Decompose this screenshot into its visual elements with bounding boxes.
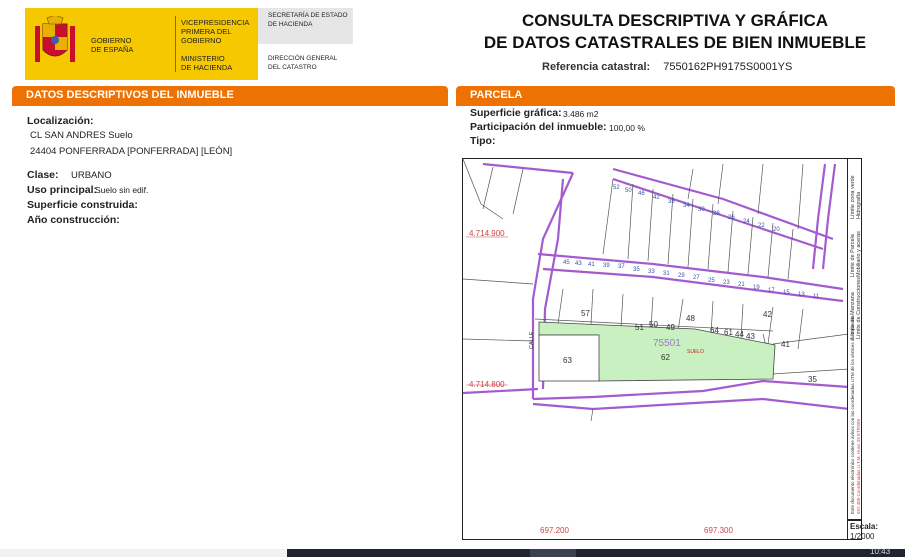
svg-text:43: 43 xyxy=(575,261,582,267)
legend-item: Mobiliario y aceras xyxy=(856,231,862,277)
svg-text:33: 33 xyxy=(648,269,655,275)
participacion-label: Participación del inmueble: xyxy=(470,121,607,133)
svg-text:35: 35 xyxy=(633,267,640,273)
parcela-rule xyxy=(456,104,895,106)
parcela-header: PARCELA xyxy=(456,86,895,104)
svg-text:24: 24 xyxy=(743,219,750,225)
svg-text:15: 15 xyxy=(783,290,790,296)
svg-text:46: 46 xyxy=(638,191,645,197)
legend-item: Hidrografía xyxy=(856,191,862,219)
svg-text:31: 31 xyxy=(663,271,670,277)
map-drawing: 57 51 50 49 48 64 61 44 43 42 41 63 62 3… xyxy=(463,159,847,422)
lot-label: 44 xyxy=(735,330,744,339)
svg-text:39: 39 xyxy=(603,263,610,269)
svg-text:26: 26 xyxy=(728,215,735,221)
svg-text:25: 25 xyxy=(708,278,715,284)
svg-text:23: 23 xyxy=(723,280,730,286)
government-banner: GOBIERNO DE ESPAÑA VICEPRESIDENCIA PRIMERA… xyxy=(25,8,258,80)
cadastral-map[interactable]: 57 51 50 49 48 64 61 44 43 42 41 63 62 3… xyxy=(462,158,848,540)
svg-text:27: 27 xyxy=(693,275,700,281)
lot-label: 49 xyxy=(666,323,675,332)
taskbar-button[interactable] xyxy=(530,549,576,557)
coat-of-arms-icon xyxy=(35,16,75,62)
uso-value: Suelo sin edif. xyxy=(95,185,149,195)
referencia-label: Referencia catastral: xyxy=(542,61,651,73)
svg-text:41: 41 xyxy=(588,262,595,268)
lot-label: 63 xyxy=(563,356,572,365)
lot-label: 48 xyxy=(686,314,695,323)
svg-text:50: 50 xyxy=(625,188,632,194)
svg-text:20: 20 xyxy=(773,227,780,233)
legend-note: Este documento electrónico contiene avis… xyxy=(850,315,855,514)
scale-value: 1/2000 xyxy=(850,532,875,541)
street-label: CALLE xyxy=(529,331,535,349)
vicepresidencia-text: VICEPRESIDENCIA PRIMERA DEL GOBIERNO xyxy=(181,18,250,45)
lot-label: 64 xyxy=(710,326,719,335)
lot-label: 50 xyxy=(649,320,658,329)
ministerio-text: MINISTERIO DE HACIENDA xyxy=(181,54,233,72)
lot-label: 61 xyxy=(724,328,733,337)
svg-text:34: 34 xyxy=(683,203,690,209)
svg-text:38: 38 xyxy=(668,199,675,205)
svg-text:19: 19 xyxy=(753,285,760,291)
svg-text:17: 17 xyxy=(768,288,775,294)
tipo-label: Tipo: xyxy=(470,135,496,147)
svg-text:45: 45 xyxy=(563,260,570,266)
svg-text:37: 37 xyxy=(618,264,625,270)
svg-text:52: 52 xyxy=(613,185,620,191)
localizacion-label: Localización: xyxy=(27,115,94,127)
svg-text:22: 22 xyxy=(758,223,765,229)
taskbar-left xyxy=(0,549,287,557)
y-coordinate-top: 4.714.900 xyxy=(469,229,505,238)
superficie-grafica-value: 3.486 m2 xyxy=(563,109,599,119)
legend-coords: 697.400 Coordenadas U.T.M. Huso 29 ETRS8… xyxy=(856,418,861,514)
taskbar-right xyxy=(287,549,905,557)
clase-value: URBANO xyxy=(71,170,112,181)
taskbar-clock: 10:43 xyxy=(870,547,891,556)
taskbar: 10:43 xyxy=(0,547,905,557)
y-coordinate-bottom: 4.714.800 xyxy=(469,380,505,389)
legend-item: Límite de Construcciones xyxy=(856,276,862,339)
banner-divider xyxy=(175,16,176,72)
parcel-id: 75501 xyxy=(653,338,681,349)
lot-label: 41 xyxy=(781,340,790,349)
parcel-use-label: SUELO xyxy=(687,349,704,355)
secretaria-text: SECRETARÍA DE ESTADO DE HACIENDA xyxy=(268,12,348,28)
svg-text:21: 21 xyxy=(738,282,745,288)
lot-label: 42 xyxy=(763,310,772,319)
svg-text:30: 30 xyxy=(698,207,705,213)
svg-text:11: 11 xyxy=(813,294,820,300)
uso-label: Uso principal: xyxy=(27,184,98,196)
lot-label: 62 xyxy=(661,353,670,362)
svg-text:28: 28 xyxy=(713,211,720,217)
svg-text:13: 13 xyxy=(798,292,805,298)
scale-label: Escala: xyxy=(850,522,879,531)
anio-construccion-label: Año construcción: xyxy=(27,214,120,226)
clase-label: Clase: xyxy=(27,169,59,181)
lot-label: 57 xyxy=(581,309,590,318)
localizacion-line1: CL SAN ANDRES Suelo xyxy=(30,130,133,141)
svg-text:29: 29 xyxy=(678,273,685,279)
superficie-construida-label: Superficie construida: xyxy=(27,199,138,211)
referencia-catastral: Referencia catastral: 7550162PH9175S0001… xyxy=(542,61,792,73)
x-coordinate-left: 697.200 xyxy=(540,526,569,535)
participacion-value: 100,00 % xyxy=(609,123,645,133)
superficie-grafica-label: Superficie gráfica: xyxy=(470,107,562,119)
map-legend: Límite de Manzana Límite de Parcela Lími… xyxy=(848,158,862,520)
datos-descriptivos-rule xyxy=(12,104,448,106)
x-coordinate-right: 697.300 xyxy=(704,526,733,535)
document-title: CONSULTA DESCRIPTIVA Y GRÁFICA DE DATOS … xyxy=(483,11,867,52)
lot-label: 51 xyxy=(635,323,644,332)
lot-label: 35 xyxy=(808,375,817,384)
referencia-value: 7550162PH9175S0001YS xyxy=(663,61,793,73)
gobierno-text: GOBIERNO DE ESPAÑA xyxy=(91,36,134,54)
direccion-text: DIRECCIÓN GENERAL DEL CATASTRO xyxy=(268,55,338,71)
lot-label: 43 xyxy=(746,332,755,341)
svg-text:42: 42 xyxy=(653,195,660,201)
datos-descriptivos-header: DATOS DESCRIPTIVOS DEL INMUEBLE xyxy=(12,86,448,104)
localizacion-line2: 24404 PONFERRADA [PONFERRADA] [LEÓN] xyxy=(30,146,233,157)
